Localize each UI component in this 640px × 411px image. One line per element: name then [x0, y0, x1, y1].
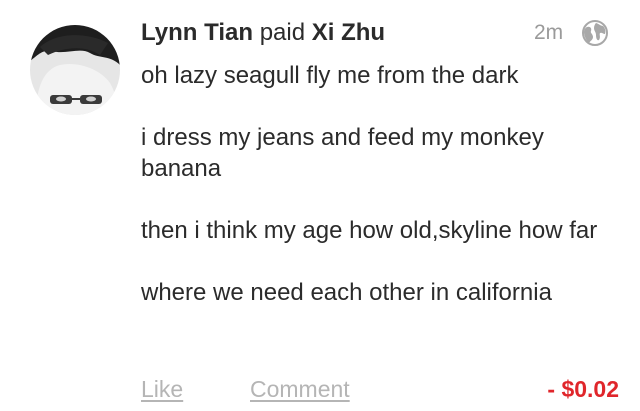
target-name[interactable]: Xi Zhu [312, 19, 385, 46]
payment-story: Lynn Tian paid Xi Zhu 2m oh lazy seagull… [0, 0, 640, 411]
timestamp: 2m [534, 21, 564, 44]
globe-icon [581, 19, 609, 47]
message-line: where we need each other in california [141, 279, 552, 306]
actor-name[interactable]: Lynn Tian [141, 19, 253, 46]
message-line: then i think my age how old,skyline how … [141, 217, 598, 244]
story-header: Lynn Tian paid Xi Zhu [141, 16, 385, 50]
message-line: i dress my jeans and feed my monkey bana… [141, 124, 544, 182]
avatar-photo [30, 25, 120, 115]
comment-button[interactable]: Comment [250, 372, 350, 406]
story-verb: paid [259, 19, 306, 46]
story-message: oh lazy seagull fly me from the dark i d… [141, 60, 621, 339]
payment-amount: - $0.02 [547, 376, 619, 402]
story-footer: Like Comment - $0.02 [141, 372, 619, 406]
avatar[interactable] [30, 25, 120, 115]
like-button[interactable]: Like [141, 372, 183, 406]
message-line: oh lazy seagull fly me from the dark [141, 62, 519, 89]
